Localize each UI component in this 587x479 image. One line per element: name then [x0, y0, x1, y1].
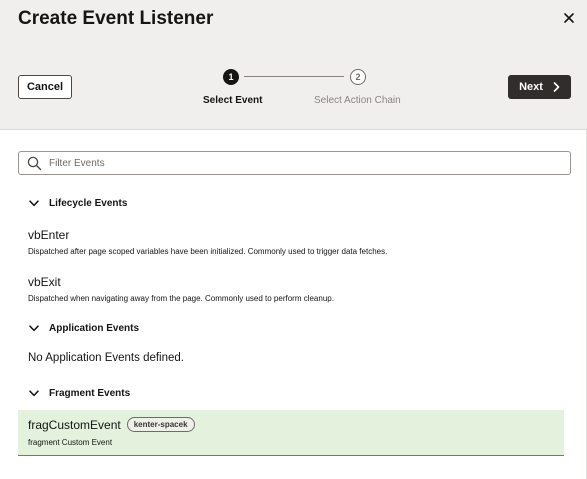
create-event-listener-dialog: Create Event Listener Cancel 1 2 Select …	[0, 0, 587, 479]
step-label-select-event[interactable]: Select Event	[203, 95, 262, 106]
section-application-events[interactable]: Application Events	[29, 323, 139, 334]
step-connector	[244, 76, 344, 77]
filter-events-input[interactable]	[49, 155, 559, 171]
cancel-button[interactable]: Cancel	[18, 75, 72, 99]
dialog-header: Create Event Listener	[0, 0, 587, 45]
event-description: Dispatched after page scoped variables h…	[28, 247, 388, 256]
event-name-vbenter[interactable]: vbEnter	[28, 228, 69, 242]
step-label-select-action-chain[interactable]: Select Action Chain	[314, 95, 401, 106]
dialog-title: Create Event Listener	[18, 8, 214, 29]
wizard-toolbar: Cancel 1 2 Select Event Select Action Ch…	[0, 45, 587, 130]
event-name-vbexit[interactable]: vbExit	[28, 275, 61, 289]
close-icon[interactable]	[562, 11, 576, 25]
step-indicator-1[interactable]: 1	[223, 69, 239, 85]
next-button[interactable]: Next	[508, 75, 571, 99]
next-button-label: Next	[519, 81, 543, 93]
owner-badge: kenter-spacek	[126, 417, 195, 432]
search-icon	[27, 156, 42, 171]
section-title: Application Events	[49, 323, 140, 334]
section-fragment-events[interactable]: Fragment Events	[29, 388, 130, 399]
section-lifecycle-events[interactable]: Lifecycle Events	[29, 198, 127, 209]
event-description: fragment Custom Event	[28, 438, 113, 447]
section-title: Lifecycle Events	[49, 198, 128, 209]
event-name-row: fragCustomEvent kenter-spacek	[28, 417, 195, 432]
chevron-down-icon	[29, 200, 39, 207]
chevron-down-icon	[29, 325, 39, 332]
step-indicator-2[interactable]: 2	[350, 69, 366, 85]
chevron-down-icon	[29, 390, 39, 397]
event-description: Dispatched when navigating away from the…	[28, 294, 334, 303]
section-title: Fragment Events	[49, 388, 131, 399]
event-row-fragcustomevent[interactable]: fragCustomEvent kenter-spacek fragment Cu…	[18, 410, 564, 456]
chevron-right-icon	[553, 82, 560, 92]
filter-events-field[interactable]	[18, 151, 571, 175]
event-name-fragcustomevent: fragCustomEvent	[28, 418, 121, 432]
application-events-empty-message: No Application Events defined.	[28, 352, 184, 364]
